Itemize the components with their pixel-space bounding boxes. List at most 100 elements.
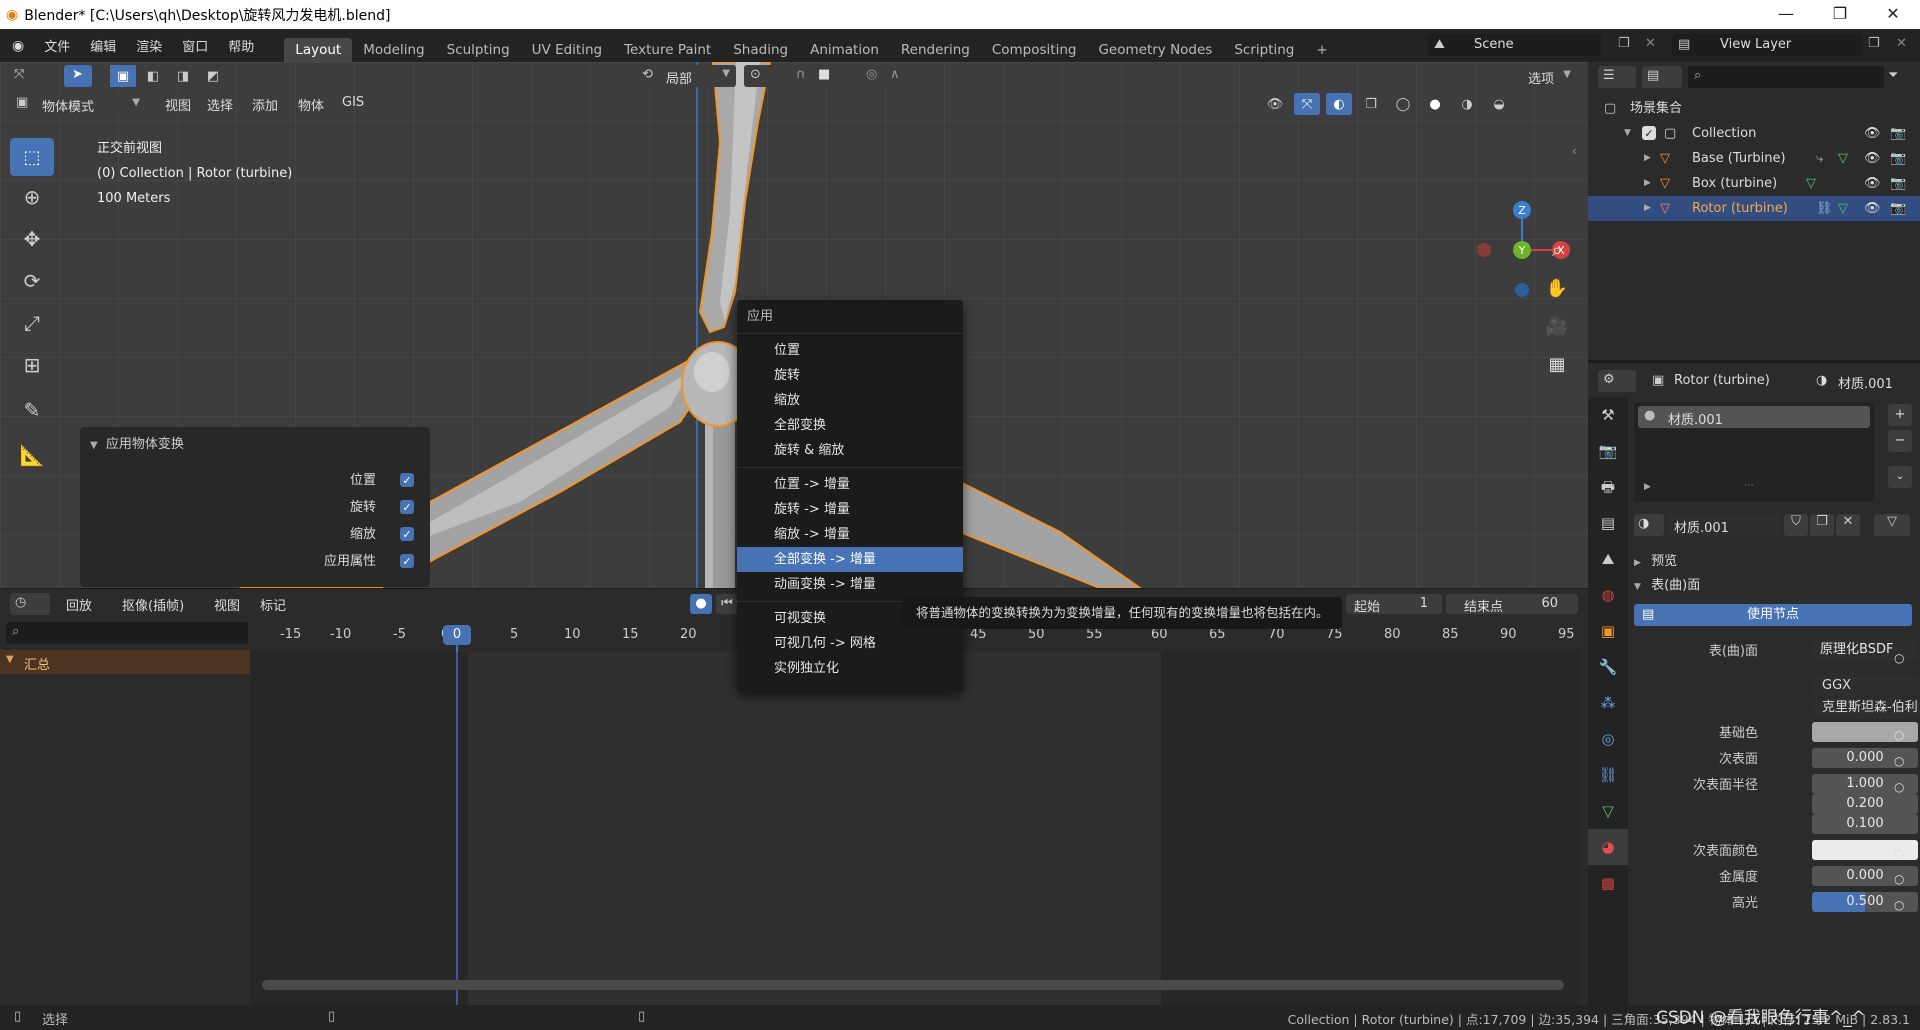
menu-render[interactable]: 渲染: [126, 36, 172, 55]
timeline-scrollbar[interactable]: [262, 980, 1564, 990]
modifier-tab-icon[interactable]: 🔧: [1588, 649, 1628, 685]
redo-rotation-checkbox[interactable]: ✓: [400, 500, 414, 514]
view-layer-selector[interactable]: ▤ View Layer: [1672, 34, 1862, 56]
select-subtract-icon[interactable]: ◨: [170, 65, 196, 87]
zoom-icon[interactable]: ⌕: [1542, 240, 1572, 278]
camera-render-icon[interactable]: 📷: [1890, 171, 1906, 196]
remove-slot-button[interactable]: −: [1888, 430, 1912, 452]
viewport-menu-add[interactable]: 添加: [242, 95, 288, 114]
scale-tool-icon[interactable]: ⤢: [10, 302, 54, 344]
eye-icon[interactable]: 👁: [1864, 196, 1881, 221]
proportional-edit-toggle[interactable]: ◎ ∧: [860, 65, 920, 87]
particles-tab-icon[interactable]: ⁂: [1588, 685, 1628, 721]
view-layer-delete-icon[interactable]: ✕: [1896, 36, 1907, 51]
socket-icon[interactable]: ○: [1894, 840, 1908, 866]
apply-location-item[interactable]: 位置: [737, 338, 963, 363]
socket-icon[interactable]: ○: [1894, 774, 1908, 800]
timeline-menu-playback[interactable]: 回放: [56, 595, 102, 614]
menu-file[interactable]: 文件: [34, 36, 80, 55]
summary-channel[interactable]: ▼ 汇总: [0, 650, 250, 674]
render-tab-icon[interactable]: 📷: [1588, 433, 1628, 469]
tab-uv-editing[interactable]: UV Editing: [521, 38, 613, 62]
subsurface-method-dropdown[interactable]: 克里斯坦森-伯利: [1814, 698, 1920, 718]
menu-help[interactable]: 帮助: [218, 36, 264, 55]
tab-geometry-nodes[interactable]: Geometry Nodes: [1087, 38, 1223, 62]
camera-render-icon[interactable]: 📷: [1890, 146, 1906, 171]
tool-tab-icon[interactable]: ⚒: [1588, 397, 1628, 433]
camera-render-icon[interactable]: 📷: [1890, 121, 1906, 146]
annotate-tool-icon[interactable]: ✎: [10, 386, 54, 434]
expand-arrow-icon[interactable]: ▶: [1644, 482, 1651, 492]
frame-start-field[interactable]: 起始 1: [1346, 594, 1442, 615]
material-name-field[interactable]: 材质.001: [1666, 514, 1782, 536]
physics-tab-icon[interactable]: ◎: [1588, 721, 1628, 757]
visual-geometry-to-mesh-item[interactable]: 可视几何 -> 网格: [737, 631, 963, 656]
tab-rendering[interactable]: Rendering: [890, 38, 981, 62]
resize-handle-icon[interactable]: ⋯: [1744, 480, 1754, 491]
duplicate-material-icon[interactable]: ❐: [1810, 514, 1834, 536]
output-tab-icon[interactable]: 🖶: [1588, 469, 1628, 505]
data-tab-icon[interactable]: ▽: [1588, 793, 1628, 829]
eye-icon[interactable]: 👁: [1864, 146, 1881, 171]
constraints-tab-icon[interactable]: ⛓: [1588, 757, 1628, 793]
xray-toggle-icon[interactable]: ❐: [1358, 93, 1384, 115]
object-row-box[interactable]: ▶ ▽ Box (turbine) ▽ 👁 📷: [1588, 171, 1920, 196]
redo-properties-checkbox[interactable]: ✓: [400, 554, 414, 568]
apply-scale-item[interactable]: 缩放: [737, 388, 963, 413]
scene-collection-row[interactable]: ▢ 场景集合: [1588, 96, 1920, 121]
jump-start-icon[interactable]: ⏮: [716, 594, 738, 614]
tab-animation[interactable]: Animation: [799, 38, 890, 62]
view-layer-copy-icon[interactable]: ❐: [1868, 36, 1880, 51]
socket-icon[interactable]: ○: [1894, 748, 1908, 774]
eye-icon[interactable]: 👁: [1864, 171, 1881, 196]
editor-type-button[interactable]: ⤧: [10, 65, 50, 87]
sidebar-toggle-icon[interactable]: ‹: [1572, 144, 1577, 158]
redo-scale-checkbox[interactable]: ✓: [400, 527, 414, 541]
solid-shading-icon[interactable]: ●: [1422, 93, 1448, 115]
distribution-dropdown[interactable]: GGX: [1814, 676, 1920, 696]
scene-tab-icon[interactable]: ⛰: [1588, 541, 1628, 577]
gizmo-toggle-icon[interactable]: ⤧: [1294, 93, 1320, 115]
apply-rotation-scale-item[interactable]: 旋转 & 缩放: [737, 438, 963, 463]
redo-panel-header[interactable]: ▼ 应用物体变换: [90, 433, 184, 452]
viewport-menu-view[interactable]: 视图: [155, 95, 201, 114]
object-tab-icon[interactable]: ▣: [1588, 613, 1628, 649]
properties-editor-type[interactable]: ⚙: [1598, 370, 1636, 392]
material-shading-icon[interactable]: ◑: [1454, 93, 1480, 115]
slot-menu-button[interactable]: ⌄: [1888, 466, 1912, 488]
socket-icon[interactable]: ○: [1894, 645, 1908, 671]
options-dropdown[interactable]: 选项 ▼: [1520, 65, 1576, 87]
current-frame-indicator[interactable]: 0: [443, 625, 471, 645]
viewport-menu-gis[interactable]: GIS: [332, 95, 374, 110]
rotation-to-deltas-item[interactable]: 旋转 -> 增量: [737, 497, 963, 522]
pan-hand-icon[interactable]: ✋: [1542, 278, 1572, 316]
timeline-editor-type[interactable]: ◷: [10, 593, 50, 615]
area-divider[interactable]: [1588, 360, 1920, 363]
object-row-base[interactable]: ▶ ▽ Base (Turbine) ⤷ ▽ 👁 📷: [1588, 146, 1920, 171]
transform-tool-icon[interactable]: ⊞: [10, 344, 54, 386]
gizmo-neg-z-axis[interactable]: [1515, 283, 1529, 297]
world-tab-icon[interactable]: ◍: [1588, 577, 1628, 613]
apply-rotation-item[interactable]: 旋转: [737, 363, 963, 388]
make-instances-real-item[interactable]: 实例独立化: [737, 656, 963, 681]
display-mode-dropdown[interactable]: ▤: [1642, 66, 1682, 88]
select-extend-icon[interactable]: ◧: [140, 65, 166, 87]
overlay-toggle-icon[interactable]: ◐: [1326, 93, 1352, 115]
scale-to-deltas-item[interactable]: 缩放 -> 增量: [737, 522, 963, 547]
location-to-deltas-item[interactable]: 位置 -> 增量: [737, 472, 963, 497]
tab-modeling[interactable]: Modeling: [352, 38, 435, 62]
visibility-icon[interactable]: 👁: [1262, 93, 1288, 115]
use-nodes-button[interactable]: ▤ 使用节点: [1634, 604, 1912, 626]
rendered-shading-icon[interactable]: ◒: [1486, 93, 1512, 115]
material-slot-item[interactable]: ● 材质.001: [1638, 406, 1870, 428]
tab-shading[interactable]: Shading: [722, 38, 799, 62]
scene-delete-icon[interactable]: ✕: [1645, 36, 1656, 51]
scene-copy-icon[interactable]: ❐: [1618, 36, 1630, 51]
tab-texture-paint[interactable]: Texture Paint: [613, 38, 722, 62]
collection-row[interactable]: ▼ ✓ ▢ Collection 👁 📷: [1588, 121, 1920, 146]
menu-window[interactable]: 窗口: [172, 36, 218, 55]
all-transforms-to-deltas-item[interactable]: 全部变换 -> 增量: [737, 547, 963, 572]
timeline-menu-marker[interactable]: 标记: [250, 595, 296, 614]
pivot-point-dropdown[interactable]: ⊙: [744, 65, 784, 87]
transform-orientation-dropdown[interactable]: ⟲ 局部 ▼: [636, 65, 736, 87]
